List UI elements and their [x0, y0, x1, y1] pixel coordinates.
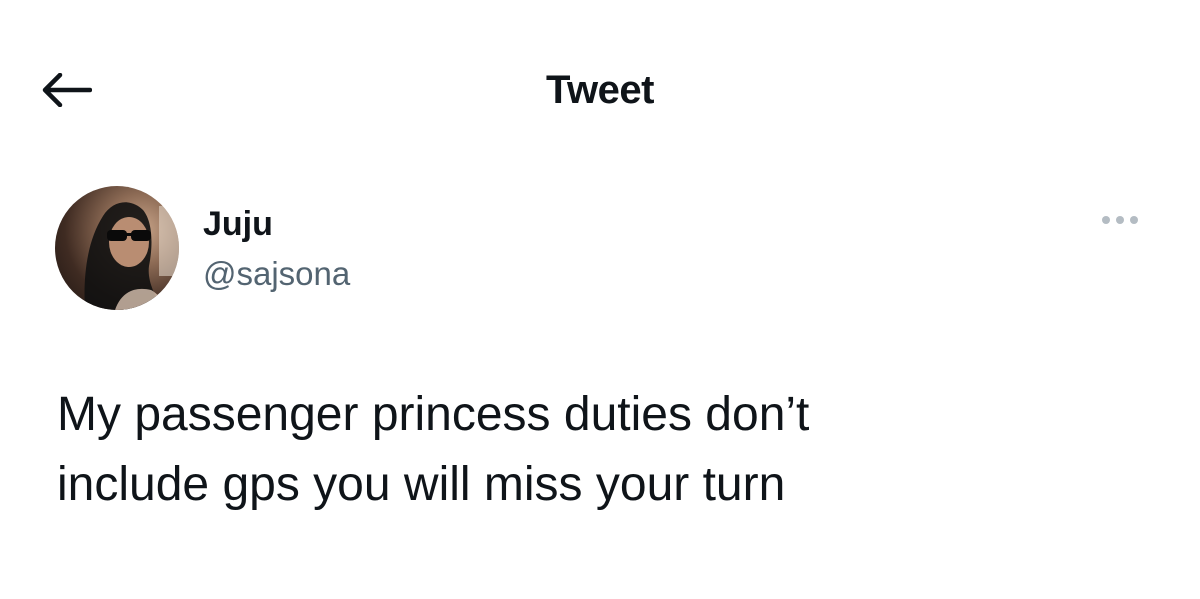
avatar[interactable]	[55, 186, 179, 310]
more-horizontal-icon	[1100, 213, 1140, 231]
top-bar: Tweet	[0, 0, 1200, 180]
tweet-text-line: include gps you will miss your turn	[57, 458, 786, 511]
more-options-button[interactable]	[1096, 206, 1144, 238]
page-title: Tweet	[546, 68, 654, 112]
author-name[interactable]: Juju	[203, 204, 273, 244]
tweet-text-line: My passenger princess duties don’t	[57, 388, 810, 441]
tweet-text: My passenger princess duties don’t inclu…	[57, 380, 1147, 520]
author-handle[interactable]: @sajsona	[203, 254, 350, 294]
